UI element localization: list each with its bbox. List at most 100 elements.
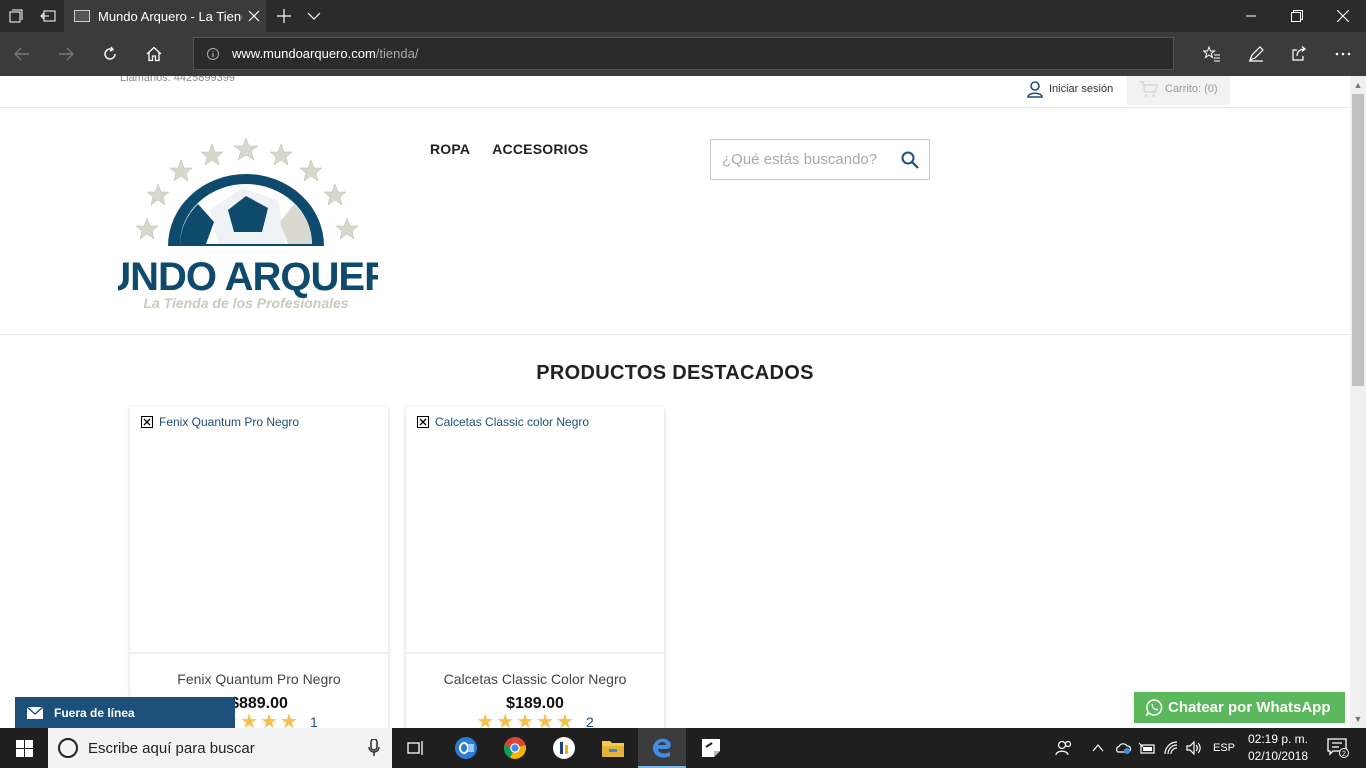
- site-top-bar: Llámanos: 4425899399 Iniciar sesión Carr…: [0, 76, 1350, 108]
- product-card[interactable]: Calcetas Classic color Negro Calcetas Cl…: [406, 407, 664, 728]
- browser-tab-bar: Mundo Arquero - La Tienda de los Profesi…: [0, 0, 1366, 32]
- card-divider: [406, 652, 664, 654]
- outlook-icon[interactable]: [442, 728, 490, 768]
- tab-list-chevron-icon[interactable]: [298, 0, 330, 32]
- offline-chat-label: Fuera de línea: [54, 706, 135, 720]
- card-divider: [130, 652, 388, 654]
- site-info-icon[interactable]: [206, 47, 220, 61]
- scroll-down-icon[interactable]: ▼: [1350, 712, 1366, 726]
- whatsapp-chat-button[interactable]: Chatear por WhatsApp: [1134, 692, 1345, 723]
- star-icon: ★: [536, 711, 554, 728]
- file-explorer-icon[interactable]: [589, 728, 637, 768]
- people-icon[interactable]: [1050, 728, 1078, 768]
- favorites-icon[interactable]: [1196, 38, 1228, 70]
- cart-label: Carrito: (0): [1165, 82, 1218, 95]
- star-icon: ★: [260, 711, 278, 728]
- home-icon[interactable]: [138, 38, 170, 70]
- search-icon[interactable]: [901, 151, 919, 169]
- clock-time: 02:19 p. m.: [1247, 732, 1309, 746]
- microphone-icon[interactable]: [368, 739, 380, 757]
- product-image-placeholder[interactable]: Fenix Quantum Pro Negro: [141, 415, 299, 429]
- browser-nav-bar: www.mundoarquero.com/tienda/: [0, 32, 1366, 76]
- menu-item-accesorios[interactable]: ACCESORIOS: [492, 141, 588, 157]
- product-image-alt: Calcetas Classic color Negro: [435, 415, 590, 429]
- url-path: /tienda/: [375, 46, 419, 61]
- star-icon: ★: [556, 711, 574, 728]
- scroll-up-icon[interactable]: ▲: [1350, 78, 1366, 92]
- chevron-up-icon[interactable]: [1088, 728, 1108, 768]
- tab-preview-icon[interactable]: [0, 0, 32, 32]
- product-name[interactable]: Fenix Quantum Pro Negro: [130, 671, 388, 687]
- tab-title: Mundo Arquero - La Tienda de los Profesi…: [98, 8, 242, 24]
- search-input[interactable]: [722, 151, 892, 168]
- taskbar-search[interactable]: Escribe aquí para buscar: [48, 728, 392, 768]
- more-menu-icon[interactable]: [1327, 38, 1359, 70]
- chrome-icon[interactable]: [491, 728, 539, 768]
- phone-number: Llámanos: 4425899399: [120, 76, 235, 84]
- new-tab-icon[interactable]: [268, 0, 300, 32]
- taskbar-search-placeholder: Escribe aquí para buscar: [88, 739, 255, 757]
- offline-chat-tab[interactable]: Fuera de línea: [15, 697, 235, 728]
- whatsapp-chat-label: Chatear por WhatsApp: [1168, 699, 1331, 716]
- forward-icon[interactable]: [50, 38, 82, 70]
- menu-item-ropa[interactable]: ROPA: [430, 141, 470, 157]
- page-scrollbar[interactable]: ▲ ▼: [1350, 76, 1366, 728]
- clock-date: 02/10/2018: [1247, 749, 1309, 763]
- web-notes-icon[interactable]: [1240, 38, 1272, 70]
- system-clock[interactable]: 02:19 p. m. 02/10/2018: [1240, 731, 1316, 765]
- star-icon: ★: [496, 711, 515, 728]
- login-label: Iniciar sesión: [1049, 83, 1114, 95]
- back-icon[interactable]: [6, 38, 38, 70]
- sticky-notes-icon[interactable]: [687, 728, 735, 768]
- edge-icon[interactable]: [638, 728, 686, 768]
- web-page: Llámanos: 4425899399 Iniciar sesión Carr…: [0, 76, 1350, 728]
- notification-count: 2: [1342, 751, 1346, 758]
- tab-mundo-arquero[interactable]: Mundo Arquero - La Tienda de los Profesi…: [64, 0, 266, 32]
- star-icon: ★: [280, 711, 298, 728]
- task-view-icon[interactable]: [392, 728, 440, 768]
- star-icon: ★: [476, 711, 495, 728]
- wifi-icon[interactable]: [1160, 728, 1182, 768]
- product-card[interactable]: Fenix Quantum Pro Negro Fenix Quantum Pr…: [130, 407, 388, 728]
- action-center-icon[interactable]: 2: [1320, 728, 1356, 768]
- windows-taskbar: Escribe aquí para buscar ESP 02:19 p. m.…: [0, 728, 1366, 768]
- star-icon: ★: [516, 711, 535, 728]
- login-link[interactable]: Iniciar sesión: [1026, 78, 1113, 100]
- site-favicon-icon: [74, 10, 90, 22]
- windows-logo-icon: [15, 739, 33, 757]
- url-host: www.mundoarquero.com: [232, 46, 376, 61]
- product-rating: ★ ★ ★ ★ ★ 2: [406, 712, 664, 728]
- set-aside-tabs-icon[interactable]: [32, 0, 64, 32]
- rating-count: 1: [309, 714, 318, 728]
- featured-products-title: PRODUCTOS DESTACADOS: [536, 362, 814, 384]
- product-name[interactable]: Calcetas Classic Color Negro: [406, 671, 664, 687]
- app-icon[interactable]: [540, 728, 588, 768]
- close-window-icon[interactable]: [1320, 0, 1366, 32]
- product-image-alt: Fenix Quantum Pro Negro: [159, 415, 300, 429]
- start-button[interactable]: [0, 728, 48, 768]
- search-box: [710, 139, 930, 180]
- product-image-placeholder[interactable]: Calcetas Classic color Negro: [417, 415, 589, 429]
- refresh-icon[interactable]: [94, 38, 126, 70]
- close-tab-icon[interactable]: [242, 4, 266, 28]
- site-header: MUNDO ARQUERO La Tienda de los Profesion…: [0, 108, 1350, 335]
- volume-icon[interactable]: [1184, 728, 1204, 768]
- product-price: $189.00: [506, 695, 564, 712]
- onedrive-sync-icon[interactable]: [1112, 728, 1134, 768]
- whatsapp-icon: [1146, 699, 1163, 716]
- user-icon: [1027, 81, 1043, 98]
- logo-tagline: La Tienda de los Profesionales: [143, 295, 348, 308]
- logo-title: MUNDO ARQUERO: [118, 255, 378, 299]
- cart-icon: [1140, 80, 1159, 97]
- input-language[interactable]: ESP: [1208, 728, 1240, 768]
- envelope-icon: [27, 707, 43, 719]
- battery-icon[interactable]: [1136, 728, 1158, 768]
- share-icon[interactable]: [1283, 38, 1315, 70]
- broken-image-icon: [417, 416, 429, 428]
- cart-button[interactable]: Carrito: (0): [1127, 76, 1230, 105]
- restore-icon[interactable]: [1274, 0, 1320, 32]
- address-bar[interactable]: www.mundoarquero.com/tienda/: [193, 37, 1174, 70]
- site-logo[interactable]: MUNDO ARQUERO La Tienda de los Profesion…: [70, 137, 423, 311]
- minimize-icon[interactable]: [1228, 0, 1274, 32]
- scroll-thumb[interactable]: [1352, 94, 1364, 386]
